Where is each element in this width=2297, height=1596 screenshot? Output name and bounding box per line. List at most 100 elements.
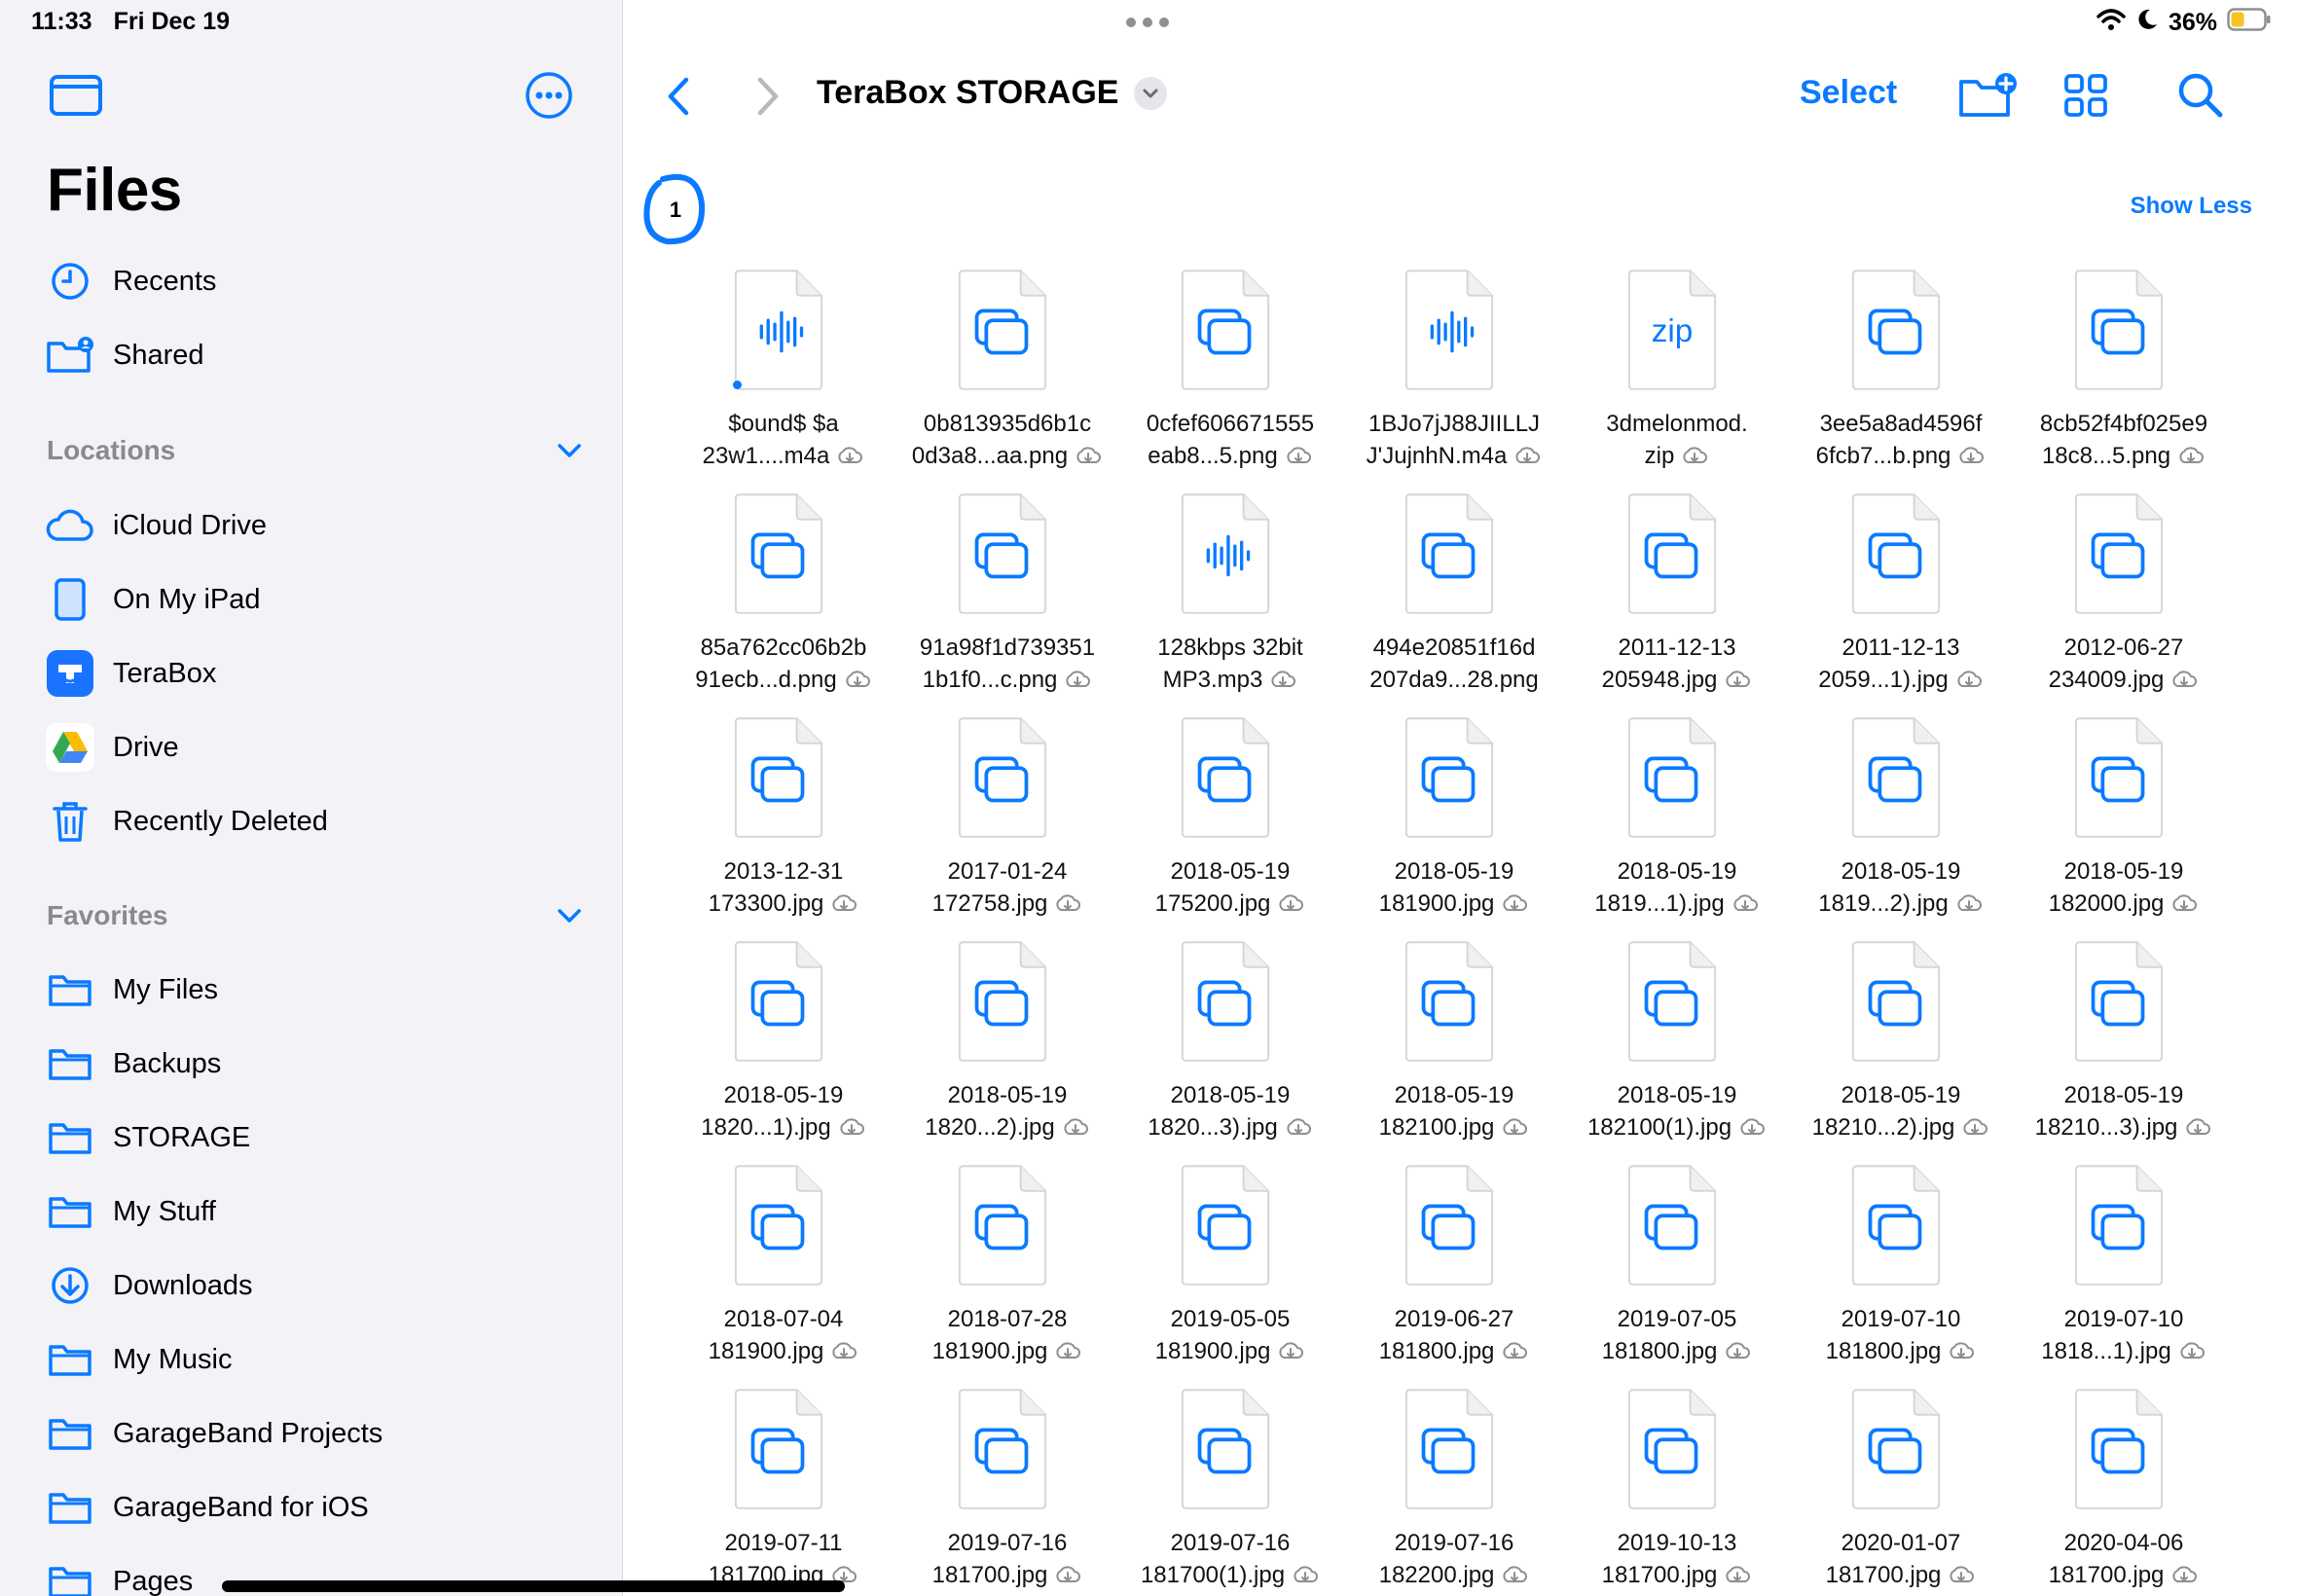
file-item[interactable]: 2018-05-19 18210...2).jpg [1792, 939, 2010, 1159]
file-item[interactable]: 3ee5a8ad4596f 6fcb7...b.png [1792, 268, 2010, 488]
cloud-download-icon[interactable] [1494, 890, 1529, 917]
sidebar-item-storage[interactable]: STORAGE [43, 1106, 588, 1169]
show-less-button[interactable]: Show Less [2131, 193, 2252, 220]
locations-header[interactable]: Locations [47, 426, 582, 475]
cloud-download-icon[interactable] [1949, 890, 1984, 917]
cloud-download-icon[interactable] [1941, 1562, 1976, 1588]
sidebar-item-garageband-projects[interactable]: GarageBand Projects [43, 1402, 588, 1465]
file-item[interactable]: 2011-12-13 2059...1).jpg [1792, 491, 2010, 711]
file-item[interactable]: 2018-05-19 182100.jpg [1345, 939, 1563, 1159]
cloud-download-icon[interactable] [1494, 1562, 1529, 1588]
cloud-download-icon[interactable] [1494, 1114, 1529, 1141]
file-item[interactable]: 2018-05-19 1820...1).jpg [675, 939, 893, 1159]
cloud-download-icon[interactable] [1068, 443, 1103, 469]
file-item[interactable]: 85a762cc06b2b 91ecb...d.png [675, 491, 893, 711]
cloud-download-icon[interactable] [1717, 667, 1752, 693]
file-item[interactable]: 2019-07-16 181700.jpg [898, 1387, 1116, 1596]
cloud-download-icon[interactable] [1270, 1338, 1305, 1364]
file-item[interactable]: 2019-07-16 181700(1).jpg [1121, 1387, 1339, 1596]
cloud-download-icon[interactable] [1278, 443, 1313, 469]
cloud-download-icon[interactable] [1951, 443, 1986, 469]
sidebar-item-on-my-ipad[interactable]: On My iPad [43, 568, 588, 631]
cloud-download-icon[interactable] [2171, 1338, 2206, 1364]
cloud-download-icon[interactable] [1057, 667, 1092, 693]
file-item[interactable]: 2019-07-10 181800.jpg [1792, 1163, 2010, 1383]
cloud-download-icon[interactable] [1047, 1562, 1082, 1588]
cloud-download-icon[interactable] [2164, 890, 2199, 917]
file-item[interactable]: 2018-07-28 181900.jpg [898, 1163, 1116, 1383]
file-item[interactable]: 2020-01-07 181700.jpg [1792, 1387, 2010, 1596]
file-item[interactable]: 1BJo7jJ88JIILLJ J'JujnhN.m4a [1345, 268, 1563, 488]
sidebar-item-drive[interactable]: Drive [43, 716, 588, 779]
file-item[interactable]: 2018-05-19 1820...2).jpg [898, 939, 1116, 1159]
file-item[interactable]: 2018-05-19 1819...1).jpg [1568, 715, 1786, 935]
file-item[interactable]: 2018-05-19 175200.jpg [1121, 715, 1339, 935]
sidebar-item-my-files[interactable]: My Files [43, 959, 588, 1021]
file-item[interactable]: 2019-07-10 1818...1).jpg [2015, 1163, 2233, 1383]
file-item[interactable]: 2017-01-24 172758.jpg [898, 715, 1116, 935]
new-folder-icon[interactable] [1957, 68, 2017, 123]
file-item[interactable]: zip 3dmelonmod. zip [1568, 268, 1786, 488]
cloud-download-icon[interactable] [2164, 667, 2199, 693]
cloud-download-icon[interactable] [1047, 890, 1082, 917]
select-button[interactable]: Select [1800, 74, 1897, 112]
file-item[interactable]: 2011-12-13 205948.jpg [1568, 491, 1786, 711]
cloud-download-icon[interactable] [1954, 1114, 1989, 1141]
cloud-download-icon[interactable] [1285, 1562, 1320, 1588]
back-button[interactable] [659, 72, 698, 121]
cloud-download-icon[interactable] [1262, 667, 1297, 693]
file-item[interactable]: 2018-05-19 18210...3).jpg [2015, 939, 2233, 1159]
sidebar-item-downloads[interactable]: Downloads [43, 1254, 588, 1317]
sidebar-item-garageband-for-ios[interactable]: GarageBand for iOS [43, 1476, 588, 1539]
sidebar-toggle-icon[interactable] [49, 74, 103, 117]
file-item[interactable]: 2018-07-04 181900.jpg [675, 1163, 893, 1383]
sidebar-item-terabox[interactable]: TeraBox [43, 642, 588, 705]
file-item[interactable]: 2019-07-05 181800.jpg [1568, 1163, 1786, 1383]
file-item[interactable]: 2019-06-27 181800.jpg [1345, 1163, 1563, 1383]
multitasking-handle[interactable] [1126, 18, 1169, 27]
sidebar-item-recently-deleted[interactable]: Recently Deleted [43, 790, 588, 852]
file-item[interactable]: 2012-06-27 234009.jpg [2015, 491, 2233, 711]
sidebar-item-my-stuff[interactable]: My Stuff [43, 1180, 588, 1243]
sidebar-item-my-music[interactable]: My Music [43, 1328, 588, 1391]
cloud-download-icon[interactable] [1949, 667, 1984, 693]
cloud-download-icon[interactable] [1717, 1338, 1752, 1364]
cloud-download-icon[interactable] [829, 443, 864, 469]
cloud-download-icon[interactable] [1278, 1114, 1313, 1141]
cloud-download-icon[interactable] [1674, 443, 1709, 469]
chevron-down-icon[interactable] [557, 900, 582, 931]
cloud-download-icon[interactable] [1507, 443, 1542, 469]
cloud-download-icon[interactable] [1494, 1338, 1529, 1364]
favorites-header[interactable]: Favorites [47, 891, 582, 940]
chevron-down-icon[interactable] [557, 435, 582, 466]
file-item[interactable]: 2018-05-19 182000.jpg [2015, 715, 2233, 935]
file-item[interactable]: 0cfef606671555 eab8...5.png [1121, 268, 1339, 488]
file-item[interactable]: 2019-05-05 181900.jpg [1121, 1163, 1339, 1383]
file-item[interactable]: 128kbps 32bit MP3.mp3 [1121, 491, 1339, 711]
cloud-download-icon[interactable] [2164, 1562, 2199, 1588]
file-item[interactable]: 91a98f1d739351 1b1f0...c.png [898, 491, 1116, 711]
cloud-download-icon[interactable] [831, 1114, 866, 1141]
grid-view-icon[interactable] [2059, 68, 2117, 123]
sidebar-item-icloud-drive[interactable]: iCloud Drive [43, 494, 588, 557]
cloud-download-icon[interactable] [1941, 1338, 1976, 1364]
search-icon[interactable] [2173, 68, 2232, 123]
file-item[interactable]: 2018-05-19 182100(1).jpg [1568, 939, 1786, 1159]
more-options-icon[interactable] [524, 70, 574, 121]
sidebar-item-backups[interactable]: Backups [43, 1033, 588, 1095]
file-item[interactable]: 2018-05-19 181900.jpg [1345, 715, 1563, 935]
cloud-download-icon[interactable] [1717, 1562, 1752, 1588]
cloud-download-icon[interactable] [1732, 1114, 1767, 1141]
cloud-download-icon[interactable] [2177, 1114, 2212, 1141]
file-item[interactable]: 2019-10-13 181700.jpg [1568, 1387, 1786, 1596]
sidebar-item-shared[interactable]: Shared [43, 324, 588, 386]
cloud-download-icon[interactable] [1725, 890, 1760, 917]
folder-title-menu[interactable]: TeraBox STORAGE [817, 74, 1168, 112]
cloud-download-icon[interactable] [823, 1338, 858, 1364]
cloud-download-icon[interactable] [1047, 1338, 1082, 1364]
file-item[interactable]: 2019-07-16 182200.jpg [1345, 1387, 1563, 1596]
cloud-download-icon[interactable] [823, 890, 858, 917]
sidebar-item-recents[interactable]: Recents [43, 250, 588, 312]
cloud-download-icon[interactable] [837, 667, 872, 693]
file-item[interactable]: 8cb52f4bf025e9 18c8...5.png [2015, 268, 2233, 488]
